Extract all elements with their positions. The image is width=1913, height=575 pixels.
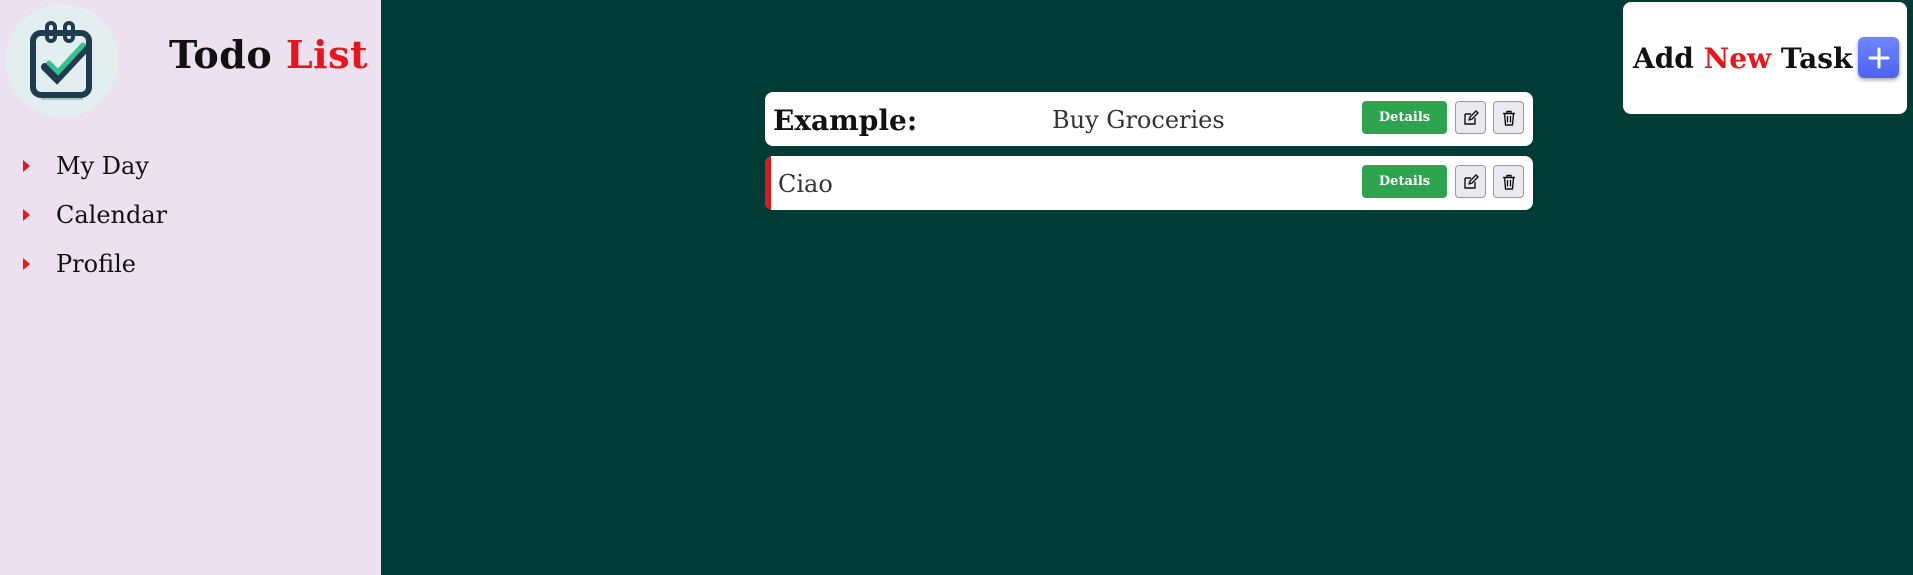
sidebar-item-label: Calendar — [56, 201, 168, 229]
details-button[interactable]: Details — [1362, 165, 1447, 198]
edit-icon — [1463, 109, 1479, 125]
add-task-word1: Add — [1633, 42, 1694, 75]
add-task-word2: New — [1703, 42, 1772, 75]
caret-right-icon — [23, 160, 30, 172]
app-title: Todo List — [169, 32, 368, 77]
task-title: Buy Groceries — [1052, 106, 1225, 134]
sidebar-item-profile[interactable]: Profile — [0, 244, 380, 284]
example-task-row: Example: Buy Groceries Details — [765, 92, 1533, 146]
trash-icon — [1502, 174, 1515, 190]
details-button[interactable]: Details — [1362, 101, 1447, 134]
example-label: Example: — [773, 104, 918, 137]
edit-icon — [1463, 173, 1479, 189]
delete-button[interactable] — [1493, 165, 1524, 198]
sidebar-item-my-day[interactable]: My Day — [0, 146, 380, 186]
edit-button[interactable] — [1455, 101, 1486, 134]
app-title-word2: List — [285, 32, 369, 77]
sidebar-item-calendar[interactable]: Calendar — [0, 195, 380, 235]
edit-button[interactable] — [1455, 165, 1486, 198]
plus-icon — [1868, 47, 1889, 68]
sidebar: Todo List My Day Calendar Profile — [0, 0, 381, 575]
add-task-heading: Add New Task — [1633, 42, 1852, 75]
task-row: Ciao Details — [765, 156, 1533, 210]
add-task-word3: Task — [1780, 42, 1853, 75]
add-task-card: Add New Task — [1623, 2, 1907, 114]
app-logo — [5, 4, 118, 117]
delete-button[interactable] — [1493, 101, 1524, 134]
sidebar-item-label: My Day — [56, 152, 149, 180]
add-task-button[interactable] — [1858, 37, 1899, 78]
checklist-icon — [29, 20, 92, 100]
caret-right-icon — [23, 258, 30, 270]
trash-icon — [1502, 110, 1515, 126]
task-title: Ciao — [778, 170, 833, 198]
app-title-word1: Todo — [169, 32, 273, 77]
sidebar-item-label: Profile — [56, 250, 136, 278]
caret-right-icon — [23, 209, 30, 221]
